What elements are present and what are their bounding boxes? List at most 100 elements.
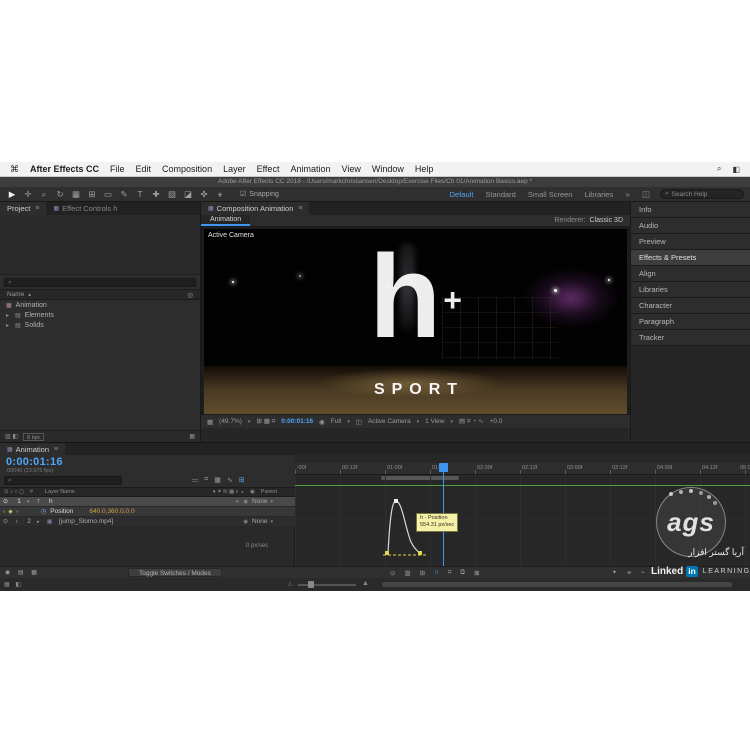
tab-composition-animation[interactable]: ▦ Composition Animation ≡ bbox=[201, 202, 309, 215]
menu-item-window[interactable]: Window bbox=[372, 164, 404, 174]
menu-app-name[interactable]: After Effects CC bbox=[30, 164, 99, 174]
eye-icon[interactable]: ⊙ bbox=[3, 518, 11, 525]
menu-item-composition[interactable]: Composition bbox=[162, 164, 212, 174]
menu-item-layer[interactable]: Layer bbox=[223, 164, 246, 174]
eraser-tool-icon[interactable]: ◪ bbox=[182, 189, 194, 200]
panel-tab-tracker[interactable]: Tracker bbox=[631, 330, 750, 346]
apple-menu-icon[interactable]: ⌘ bbox=[10, 164, 19, 175]
shape-tool-icon[interactable]: ▭ bbox=[102, 189, 114, 200]
brush-tool-icon[interactable]: ✚ bbox=[150, 189, 162, 200]
parent-column-label[interactable]: Parent bbox=[261, 489, 277, 495]
panel-menu-icon[interactable]: ≡ bbox=[35, 205, 39, 212]
panel-tab-align[interactable]: Align bbox=[631, 266, 750, 282]
snapshot-icon[interactable]: ◉ bbox=[319, 418, 325, 426]
corner-icons[interactable]: ▦ ◧ bbox=[4, 581, 23, 588]
renderer-value-button[interactable]: Classic 3D bbox=[590, 217, 623, 224]
motion-blur-icon[interactable]: ∿ bbox=[227, 476, 233, 484]
bottom-left-icons[interactable]: ◉ ▤ ▦ bbox=[5, 569, 40, 576]
layer-name[interactable]: [jump_Slomo.mp4] bbox=[59, 518, 113, 525]
pick-whip-icon[interactable]: ◉ bbox=[243, 499, 248, 505]
search-help-input[interactable]: ⌕ Search Help bbox=[660, 189, 744, 199]
camera-tool-icon[interactable]: ▦ bbox=[70, 189, 82, 200]
view-option-icons[interactable]: ⊞ ▦ ⌗ bbox=[256, 417, 275, 426]
workspace-small-screen[interactable]: Small Screen bbox=[528, 190, 573, 199]
panel-tab-libraries[interactable]: Libraries bbox=[631, 282, 750, 298]
project-item-animation[interactable]: ▦ Animation bbox=[0, 300, 200, 310]
layer-name[interactable]: h bbox=[49, 498, 53, 505]
pan-behind-tool-icon[interactable]: ⊞ bbox=[86, 189, 98, 200]
misc-view-icons[interactable]: ▤ ⌗ ◔ ∿ bbox=[459, 417, 484, 426]
stopwatch-icon[interactable]: ◷ bbox=[41, 508, 46, 515]
twirl-icon[interactable]: ▾ bbox=[27, 499, 33, 505]
project-item-elements[interactable]: ▸ ▤ Elements bbox=[0, 310, 200, 320]
choose-properties-icon[interactable]: ⊙ bbox=[390, 569, 395, 577]
playhead-handle[interactable] bbox=[439, 463, 448, 472]
menu-item-edit[interactable]: Edit bbox=[136, 164, 152, 174]
selection-tool-icon[interactable]: ▶ bbox=[6, 189, 18, 200]
menu-item-effect[interactable]: Effect bbox=[257, 164, 280, 174]
keyframe-helper-icons[interactable]: ✦ ⌯ ⌁ bbox=[612, 569, 649, 577]
project-footer-icons[interactable]: ▥ ◧ bbox=[5, 433, 18, 440]
pick-whip-icon[interactable]: ◉ bbox=[243, 519, 248, 525]
menu-item-animation[interactable]: Animation bbox=[290, 164, 330, 174]
current-timecode[interactable]: 0:00:01:16 bbox=[6, 456, 63, 468]
comp-flowchart-icon[interactable]: ⚏ bbox=[192, 476, 198, 484]
snapping-checkbox[interactable]: ☑ bbox=[240, 190, 246, 198]
parent-dropdown[interactable]: None ▾ bbox=[252, 518, 292, 525]
parent-dropdown[interactable]: None ▾ bbox=[252, 498, 292, 505]
menu-item-file[interactable]: File bbox=[110, 164, 125, 174]
spotlight-search-icon[interactable]: ⌕ bbox=[717, 164, 721, 174]
time-ruler[interactable]: :00f 00:12f 01:00f 01:12f 02:00f 02:12f … bbox=[295, 463, 750, 475]
project-column-header[interactable]: Name ▲ ◎ bbox=[0, 289, 200, 300]
snap-graph-icon[interactable]: ⊠ bbox=[474, 569, 479, 577]
composition-viewport[interactable]: h+ SPORT Active Camera bbox=[204, 229, 627, 422]
filter-icon[interactable]: ◎ bbox=[187, 291, 193, 299]
grid-options-icon[interactable]: ▦ bbox=[207, 418, 213, 426]
twirl-icon[interactable]: ▸ bbox=[6, 312, 11, 319]
draft-3d-icon[interactable]: ⌗ bbox=[204, 476, 208, 484]
eye-icon[interactable]: ⊙ bbox=[3, 498, 11, 505]
auto-zoom-graph-icon[interactable]: ∩ bbox=[434, 569, 439, 577]
menu-item-view[interactable]: View bbox=[341, 164, 360, 174]
workspace-libraries[interactable]: Libraries bbox=[584, 190, 613, 199]
twirl-icon[interactable]: ▸ bbox=[37, 519, 43, 525]
flowchart-icon[interactable]: ▦ bbox=[189, 433, 195, 440]
graph-editor-toggle-icon[interactable]: ⊞ bbox=[239, 476, 245, 484]
panel-tab-info[interactable]: Info bbox=[631, 202, 750, 218]
graph-type-icon[interactable]: ▥ bbox=[404, 569, 410, 577]
timeline-search-input[interactable]: ⌕ bbox=[4, 476, 122, 485]
fit-selection-icon[interactable]: ⌗ bbox=[448, 569, 452, 577]
type-tool-icon[interactable]: T bbox=[134, 189, 146, 199]
toggle-switches-modes-button[interactable]: Toggle Switches / Modes bbox=[128, 568, 222, 577]
magnification-dropdown[interactable]: (49.7%) bbox=[219, 418, 242, 425]
zoom-out-icon[interactable]: △ bbox=[288, 581, 292, 587]
bit-depth-button[interactable]: 8 bpc bbox=[23, 433, 44, 441]
shy-layers-icon[interactable]: ▦ bbox=[214, 476, 221, 484]
property-name[interactable]: Position bbox=[50, 508, 73, 515]
property-row-position[interactable]: ‹ ◆ › ◷ Position 640.0,360.0,0.0 bbox=[0, 507, 295, 517]
panel-tab-paragraph[interactable]: Paragraph bbox=[631, 314, 750, 330]
control-center-icon[interactable]: ◧ bbox=[732, 165, 740, 174]
tab-timeline-animation[interactable]: ▦ Animation ≡ bbox=[0, 443, 65, 455]
camera-view-dropdown[interactable]: Active Camera bbox=[368, 418, 411, 425]
twirl-icon[interactable]: ▸ bbox=[6, 322, 11, 329]
tab-effect-controls[interactable]: ▦ Effect Controls h bbox=[46, 202, 124, 215]
region-of-interest-icon[interactable]: ◫ bbox=[356, 418, 362, 426]
tab-project[interactable]: Project ≡ bbox=[0, 202, 46, 215]
panel-tab-character[interactable]: Character bbox=[631, 298, 750, 314]
manage-workspaces-icon[interactable]: ◫ bbox=[642, 189, 650, 200]
project-search-input[interactable]: ⌕ bbox=[4, 278, 196, 287]
project-item-solids[interactable]: ▸ ▤ Solids bbox=[0, 320, 200, 330]
panel-menu-icon[interactable]: ≡ bbox=[298, 205, 302, 212]
view-layout-dropdown[interactable]: 1 View bbox=[425, 418, 444, 425]
puppet-pin-tool-icon[interactable]: ⚹ bbox=[214, 189, 226, 200]
layer-switches[interactable]: ✦ bbox=[235, 499, 239, 505]
zoom-slider-track[interactable] bbox=[298, 584, 356, 586]
layer-name-column-label[interactable]: Layer Name bbox=[45, 489, 75, 495]
panel-tab-effects-presets[interactable]: Effects & Presets bbox=[631, 250, 750, 266]
resolution-dropdown[interactable]: Full bbox=[331, 418, 341, 425]
more-workspaces-icon[interactable]: » bbox=[625, 189, 630, 199]
zoom-slider-handle[interactable] bbox=[308, 581, 314, 588]
position-value[interactable]: 640.0,360.0,0.0 bbox=[89, 508, 134, 515]
workspace-standard[interactable]: Standard bbox=[485, 190, 515, 199]
